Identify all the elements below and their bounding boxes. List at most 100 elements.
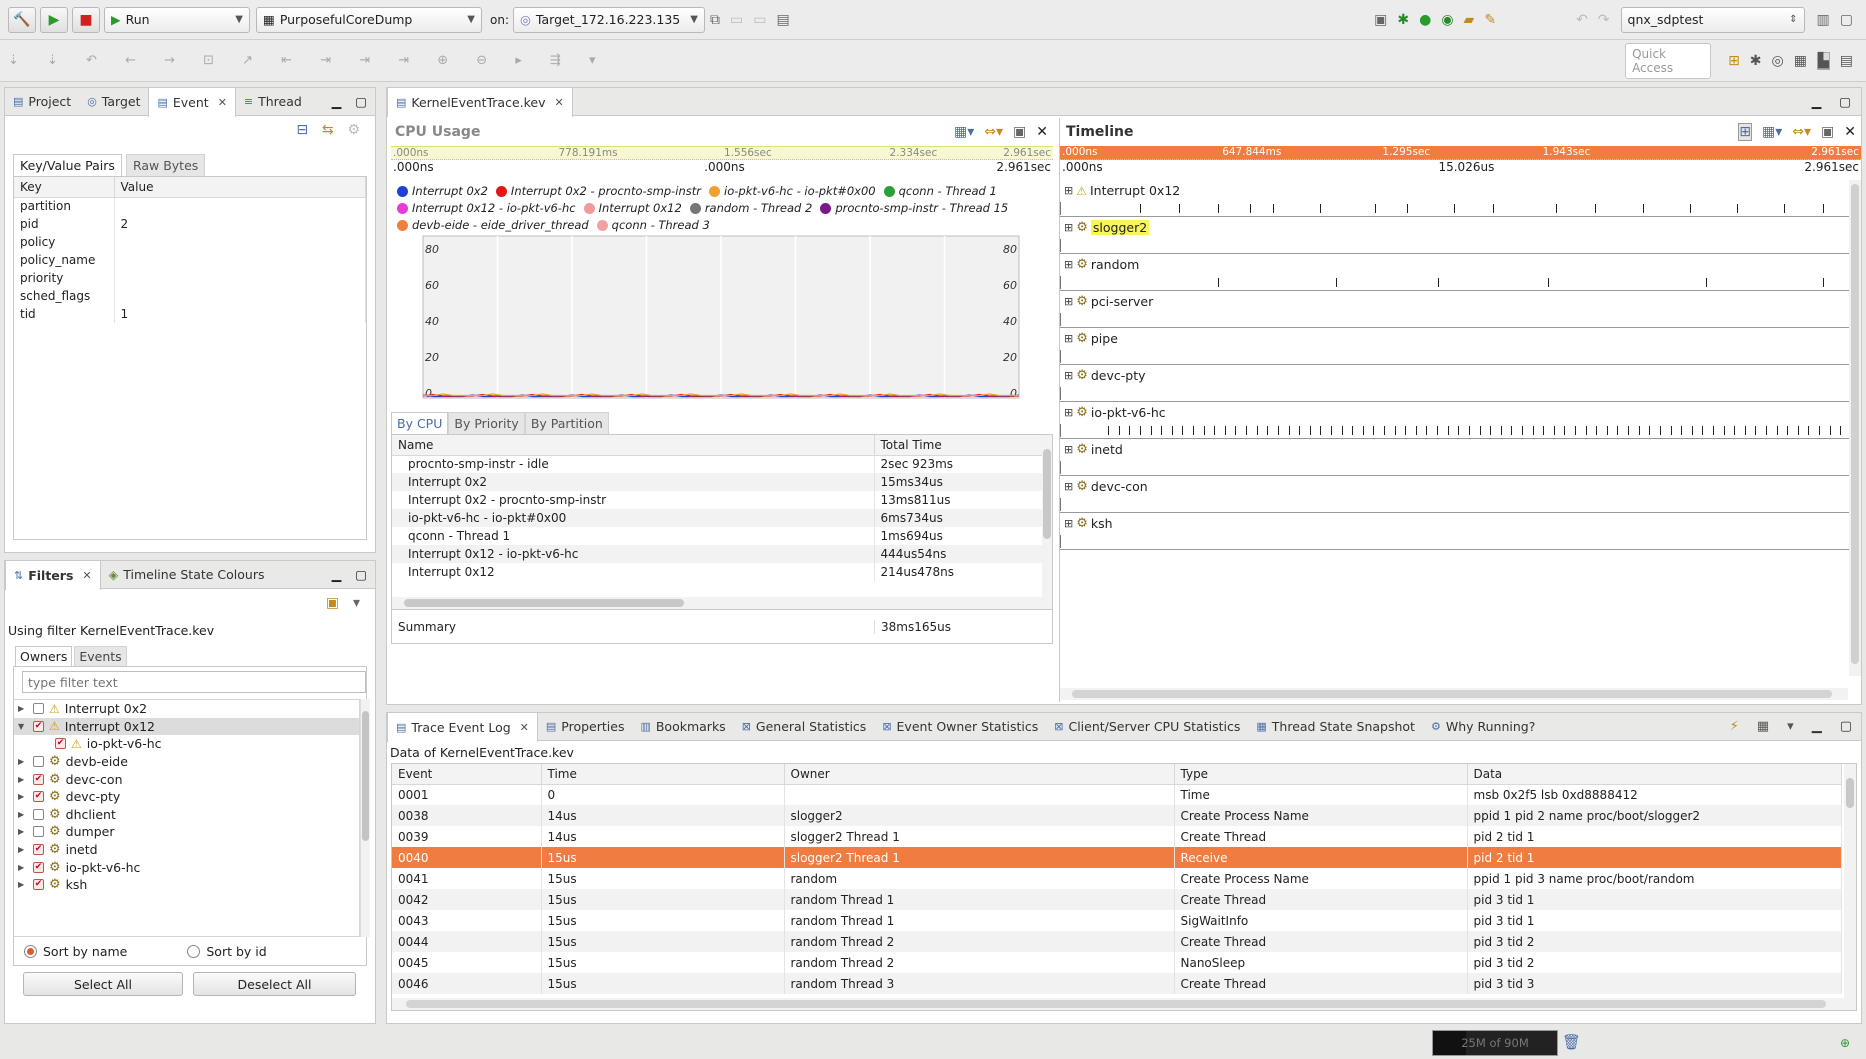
close-pane-icon[interactable]: ✕ (1036, 124, 1048, 140)
event-tick[interactable] (1689, 204, 1691, 213)
save-all-icon[interactable]: ▭ (753, 12, 766, 28)
event-tick[interactable] (1808, 426, 1810, 435)
timeline-row[interactable]: ⊞ ⚠ Interrupt 0x12 (1060, 180, 1861, 217)
perspective-target-icon[interactable]: ◎ (1772, 53, 1784, 69)
tab-event-owner-statistics[interactable]: ⊠ Event Owner Statistics (874, 713, 1046, 741)
back-icon[interactable]: ↶ (1576, 12, 1588, 28)
event-tick[interactable] (1681, 426, 1683, 435)
timeline-row[interactable]: ⊞ ⚙ devc-con (1060, 476, 1861, 513)
owner-checkbox[interactable]: ✔ (33, 879, 44, 891)
event-tick[interactable] (1500, 426, 1502, 435)
event-tick[interactable] (1649, 426, 1651, 435)
expand-arrow-icon[interactable]: ▶ (18, 863, 28, 872)
kv-row[interactable]: tid 1 (14, 305, 366, 323)
kv-row[interactable]: partition (14, 197, 366, 215)
col-time[interactable]: Time (541, 764, 785, 785)
owner-checkbox[interactable] (33, 756, 44, 768)
event-tick[interactable] (1712, 426, 1714, 435)
event-tick[interactable] (1595, 204, 1597, 213)
event-tick[interactable] (1548, 278, 1550, 287)
sort-by-id-radio[interactable]: Sort by id (187, 944, 267, 959)
filter-text-input[interactable] (22, 671, 366, 693)
tab-event[interactable]: ▤ Event ✕ (148, 87, 236, 117)
event-tick[interactable] (1373, 426, 1375, 435)
event-tick[interactable] (1543, 426, 1545, 435)
event-tick[interactable] (1309, 426, 1311, 435)
trace-row[interactable]: 0043 15us random Thread 1 SigWaitInfo pid 3 … (392, 910, 1842, 931)
zoom-icon[interactable]: ⇔▾ (984, 124, 1003, 140)
event-tick[interactable] (1776, 426, 1778, 435)
owner-tree-item[interactable]: ▶ ✔ ⚙ devc-con (14, 770, 359, 788)
event-tick[interactable] (1277, 426, 1279, 435)
cpu-table-row[interactable]: Interrupt 0x12 - io-pkt-v6-hc 444us54ns (392, 545, 1044, 563)
event-tick[interactable] (1139, 204, 1141, 213)
cpu-table-vscroll[interactable] (1042, 435, 1052, 609)
timeline-row[interactable]: ⊞ ⚙ pci-server (1060, 291, 1861, 328)
timeline-hscroll[interactable] (1060, 688, 1848, 700)
sync-icon[interactable]: ⇆ (322, 122, 334, 138)
new-window-icon[interactable]: ⧉ (710, 12, 720, 28)
expand-plus-icon[interactable]: ⊞ (1064, 184, 1073, 197)
owner-checkbox[interactable] (33, 808, 44, 820)
event-tick[interactable] (1797, 426, 1799, 435)
tab-thread[interactable]: ≡ Thread (236, 88, 310, 116)
expand-arrow-icon[interactable]: ▶ (18, 845, 28, 854)
select-all-button[interactable]: Select All (23, 972, 183, 996)
expand-plus-icon[interactable]: ⊞ (1064, 258, 1073, 271)
tab-kernel-event-trace[interactable]: ▤ KernelEventTrace.kev ✕ (387, 87, 573, 117)
cpu-table-row[interactable]: io-pkt-v6-hc - io-pkt#0x00 6ms734us (392, 509, 1044, 527)
event-tick[interactable] (1218, 278, 1220, 287)
event-tick[interactable] (1203, 426, 1205, 435)
view-menu-icon[interactable]: ▾ (1787, 719, 1794, 734)
event-tick[interactable] (1235, 426, 1237, 435)
trash-icon[interactable]: 🗑 (1562, 1033, 1581, 1051)
owner-tree-item[interactable]: ▼ ✔ ⚠ Interrupt 0x12 (14, 717, 359, 736)
deselect-all-button[interactable]: Deselect All (193, 972, 356, 996)
view-menu-icon[interactable]: ▾ (353, 595, 360, 611)
event-tick[interactable] (1288, 426, 1290, 435)
cpu-table-row[interactable]: procnto-smp-instr - idle 2sec 923ms (392, 455, 1044, 473)
print-icon[interactable]: ▤ (776, 12, 789, 28)
pin-icon[interactable]: ▣ (1013, 124, 1026, 140)
timeline-row[interactable]: ⊞ ⚙ random (1060, 254, 1861, 291)
event-tick[interactable] (1341, 426, 1343, 435)
trace-row[interactable]: 0041 15us random Create Process Name ppid 1 … (392, 868, 1842, 889)
trace-row[interactable]: 0046 15us random Thread 3 Create Thread pid … (392, 973, 1842, 994)
tab-events[interactable]: Events (74, 646, 127, 666)
owner-tree-item[interactable]: ▶ ✔ ⚙ ksh (14, 876, 359, 894)
filter-save-icon[interactable]: ▣ (326, 595, 339, 611)
event-tick[interactable] (1575, 426, 1577, 435)
minimize-icon[interactable]: ▁ (1812, 719, 1822, 734)
timeline-row[interactable]: ⊞ ⚙ devc-pty (1060, 365, 1861, 402)
stop-button[interactable]: ■ (72, 6, 100, 33)
col-data[interactable]: Data (1467, 764, 1842, 785)
event-tick[interactable] (1829, 426, 1831, 435)
owner-tree-item[interactable]: ▶ ✔ ⚙ io-pkt-v6-hc (14, 858, 359, 876)
expand-plus-icon[interactable]: ⊞ (1064, 221, 1073, 234)
event-tick[interactable] (1299, 426, 1301, 435)
perspective-profiler-icon[interactable]: ▙ (1816, 51, 1830, 70)
col-key[interactable]: Key (14, 177, 115, 198)
trace-row[interactable]: 0042 15us random Thread 1 Create Thread pid … (392, 889, 1842, 910)
event-tick[interactable] (1330, 426, 1332, 435)
kv-row[interactable]: priority (14, 269, 366, 287)
timeline-row[interactable]: ⊞ ⚙ io-pkt-v6-hc (1060, 402, 1861, 439)
event-tick[interactable] (1787, 426, 1789, 435)
owner-checkbox[interactable] (33, 826, 44, 838)
tab-thread-state-snapshot[interactable]: ▦ Thread State Snapshot (1248, 713, 1423, 741)
forward-icon[interactable]: ↷ (1598, 12, 1610, 28)
cpu-table-row[interactable]: Interrupt 0x2 15ms34us (392, 473, 1044, 491)
expand-arrow-icon[interactable]: ▶ (18, 810, 28, 819)
tab-owners[interactable]: Owners (15, 646, 73, 666)
owner-checkbox[interactable]: ✔ (33, 720, 44, 732)
event-tick[interactable] (1532, 426, 1534, 435)
event-tick[interactable] (1161, 426, 1163, 435)
event-tick[interactable] (1458, 426, 1460, 435)
close-icon[interactable]: ✕ (520, 721, 529, 734)
event-tick[interactable] (1734, 426, 1736, 435)
event-tick[interactable] (1606, 426, 1608, 435)
event-tick[interactable] (1617, 426, 1619, 435)
launch-mode-select[interactable]: ▶ Run ▼ (104, 6, 250, 33)
event-tick[interactable] (1596, 426, 1598, 435)
legend-item[interactable]: Interrupt 0x2 - procnto-smp-instr (495, 184, 701, 199)
